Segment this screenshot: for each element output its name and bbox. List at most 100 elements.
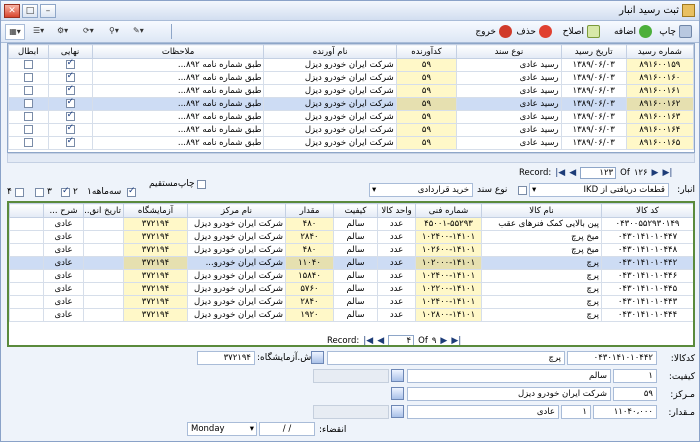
- void-checkbox[interactable]: [23, 99, 33, 108]
- unit-code-field[interactable]: ۱: [561, 405, 591, 419]
- final-checkbox[interactable]: [65, 86, 75, 95]
- table-row[interactable]: ۰۴۳۰۱۴۱۰۱۰۴۴۲ پرچ ۱۰۲۰۰۰-۱۴۱۰۱ عدد سالم ۱۱۰۴۰…: [9, 256, 693, 270]
- minimize-icon[interactable]: –: [40, 4, 56, 18]
- first-record-icon[interactable]: |◀: [555, 168, 565, 178]
- item-name-field[interactable]: پرچ: [327, 351, 565, 365]
- final-checkbox[interactable]: [65, 138, 75, 147]
- final-checkbox[interactable]: [65, 125, 75, 134]
- close-icon[interactable]: ✕: [4, 4, 20, 18]
- lookup-icon[interactable]: [391, 405, 404, 418]
- table-cell[interactable]: [47, 110, 93, 124]
- lookup-icon[interactable]: [311, 351, 324, 364]
- record-number-input[interactable]: ۴: [388, 335, 415, 345]
- final-checkbox[interactable]: [65, 112, 75, 121]
- filter-icon[interactable]: ⚲▾: [109, 24, 119, 40]
- print-button[interactable]: چاپ: [656, 23, 695, 40]
- table-row[interactable]: ۸۹۱۶۰۰۱۵۹ ۱۳۸۹/۰۶/۰۳ رسید عادی ۵۹ شرکت ایران…: [8, 58, 694, 72]
- col-item-code[interactable]: کد کالا: [601, 203, 693, 218]
- table-cell[interactable]: [47, 136, 93, 150]
- layout-icon[interactable]: ☰▾: [33, 24, 44, 40]
- last-record-icon[interactable]: ▶|: [451, 336, 461, 345]
- table-row[interactable]: ۸۹۱۶۰۰۱۶۳ ۱۳۸۹/۰۶/۰۳ رسید عادی ۵۹ شرکت ایران…: [8, 110, 694, 124]
- col-unit[interactable]: واحد کالا: [377, 203, 416, 218]
- delete-button[interactable]: حذف: [513, 23, 555, 40]
- table-row[interactable]: ۰۴۳۰۱۴۱۰۱۰۴۴۳ پرچ ۱۰۲۴۰۰-۱۴۱۰۱ عدد سالم ۲۸۴۰ ش…: [9, 295, 693, 309]
- table-cell[interactable]: [8, 136, 49, 150]
- record-number-input[interactable]: ۱۲۳: [580, 167, 617, 179]
- table-row[interactable]: ۰۴۳۰۱۴۱۰۱۰۴۴۵ پرچ ۱۰۲۲۰۰-۱۴۱۰۱ عدد سالم ۵۷۶۰ ش…: [9, 282, 693, 296]
- quantity-field[interactable]: ۱۱۰۴۰،۰۰۰: [593, 405, 657, 419]
- col-final[interactable]: نهایی: [47, 44, 93, 59]
- table-cell[interactable]: [8, 58, 49, 72]
- table-row[interactable]: ۰۴۳۰۰۵۵۲۹۳۰۱۴۹ پین بالایی کمک فنرهای عقب ۴…: [9, 217, 693, 231]
- table-row[interactable]: ۸۹۱۶۰۰۱۶۲ ۱۳۸۹/۰۶/۰۳ رسید عادی ۵۹ شرکت ایران…: [8, 97, 694, 111]
- void-checkbox[interactable]: [23, 60, 33, 69]
- horizontal-scrollbar[interactable]: [7, 153, 695, 163]
- table-cell[interactable]: [47, 123, 93, 137]
- col-desc[interactable]: شرح ...: [43, 203, 84, 218]
- table-cell[interactable]: [8, 123, 49, 137]
- expiry-date-field[interactable]: / /: [259, 422, 315, 436]
- lab-field[interactable]: ۳۷۲۱۹۴: [197, 351, 255, 365]
- option-checkbox-3[interactable]: [35, 188, 44, 197]
- weekday-select[interactable]: Monday ▾: [187, 422, 257, 436]
- col-quantity[interactable]: مقدار: [285, 203, 334, 218]
- table-cell[interactable]: [47, 71, 93, 85]
- col-doc-type[interactable]: نوع سند: [456, 44, 562, 59]
- final-checkbox[interactable]: [65, 73, 75, 82]
- unit-field[interactable]: عادی: [407, 405, 559, 419]
- option-checkbox-4[interactable]: [15, 188, 24, 197]
- option-checkbox-2[interactable]: [61, 186, 70, 197]
- table-row[interactable]: ۰۴۳۰۱۴۱۰۱۰۴۴۸ میخ پرچ ۱۰۲۶۰۰-۱۴۱۰۱ عدد سالم ۴…: [9, 243, 693, 257]
- void-checkbox[interactable]: [23, 138, 33, 147]
- table-cell[interactable]: [8, 110, 49, 124]
- tools-icon[interactable]: ⚙▾: [57, 24, 68, 40]
- col-receipt-date[interactable]: تاریخ رسید: [560, 44, 627, 59]
- table-cell[interactable]: [47, 84, 93, 98]
- center-code-field[interactable]: ۵۹: [613, 387, 657, 401]
- table-cell[interactable]: [47, 97, 93, 111]
- table-row[interactable]: ۰۴۳۰۱۴۱۰۱۰۴۴۴ پرچ ۱۰۲۸۰۰-۱۴۱۰۱ عدد سالم ۱۹۲۰ ش…: [9, 308, 693, 322]
- void-checkbox[interactable]: [23, 86, 33, 95]
- refresh-icon[interactable]: ⟳▾: [83, 24, 94, 40]
- maximize-icon[interactable]: □: [22, 4, 38, 18]
- col-bringer-code[interactable]: کدآورنده: [395, 44, 458, 59]
- col-receipt-no[interactable]: شماره رسید: [625, 44, 694, 59]
- col-bringer-name[interactable]: نام آورنده: [263, 44, 397, 59]
- table-row[interactable]: ۸۹۱۶۰۰۱۶۰ ۱۳۸۹/۰۶/۰۳ رسید عادی ۵۹ شرکت ایران…: [8, 71, 694, 85]
- col-notes[interactable]: ملاحظات: [91, 44, 265, 59]
- col-quality[interactable]: کیفیت: [333, 203, 378, 218]
- table-cell[interactable]: [8, 97, 49, 111]
- void-checkbox[interactable]: [23, 112, 33, 121]
- col-tech-no[interactable]: شماره فنی: [415, 203, 482, 218]
- final-checkbox[interactable]: [65, 99, 75, 108]
- edit-button[interactable]: اصلاح: [560, 23, 603, 40]
- exit-button[interactable]: خروج: [472, 23, 515, 40]
- prev-record-icon[interactable]: ◀: [569, 168, 576, 178]
- next-record-icon[interactable]: ▶: [440, 336, 447, 345]
- view-icon[interactable]: ▦▾: [5, 24, 25, 40]
- direct-print-checkbox[interactable]: [197, 180, 206, 189]
- void-checkbox[interactable]: [23, 125, 33, 134]
- table-row[interactable]: ۸۹۱۶۰۰۱۶۱ ۱۳۸۹/۰۶/۰۳ رسید عادی ۵۹ شرکت ایران…: [8, 84, 694, 98]
- doc-type-checkbox[interactable]: [518, 186, 527, 195]
- table-cell[interactable]: [47, 58, 93, 72]
- option-checkbox-1[interactable]: [127, 186, 136, 197]
- add-button[interactable]: اضافه: [611, 23, 655, 40]
- code-field[interactable]: ۰۴۳۰۱۴۱۰۱۰۴۴۲: [567, 351, 657, 365]
- table-cell[interactable]: [8, 71, 49, 85]
- attach-icon[interactable]: ✎▾: [133, 24, 144, 40]
- center-field[interactable]: شرکت ایران خودرو دیزل: [407, 387, 611, 401]
- table-row[interactable]: ۰۴۳۰۱۴۱۰۱۰۴۴۷ میخ پرچ ۱۰۲۴۰۰-۱۴۱۰۱ عدد سالم ۲…: [9, 230, 693, 244]
- table-row[interactable]: ۸۹۱۶۰۰۱۶۴ ۱۳۸۹/۰۶/۰۳ رسید عادی ۵۹ شرکت ایران…: [8, 123, 694, 137]
- col-void[interactable]: ابطال: [8, 44, 49, 59]
- lookup-icon[interactable]: [391, 369, 404, 382]
- table-row[interactable]: ۸۹۱۶۰۰۱۶۵ ۱۳۸۹/۰۶/۰۳ رسید عادی ۵۹ شرکت ایران…: [8, 136, 694, 150]
- col-item-name[interactable]: نام کالا: [481, 203, 602, 218]
- col-lab[interactable]: آزمایشگاه: [123, 203, 188, 218]
- col-expiry[interactable]: تاریخ انق...: [83, 203, 124, 218]
- doc-type-select[interactable]: خرید قراردادی ▾: [369, 183, 473, 197]
- next-record-icon[interactable]: ▶: [652, 168, 659, 178]
- quality-code-field[interactable]: ۱: [613, 369, 657, 383]
- prev-record-icon[interactable]: ◀: [377, 336, 384, 345]
